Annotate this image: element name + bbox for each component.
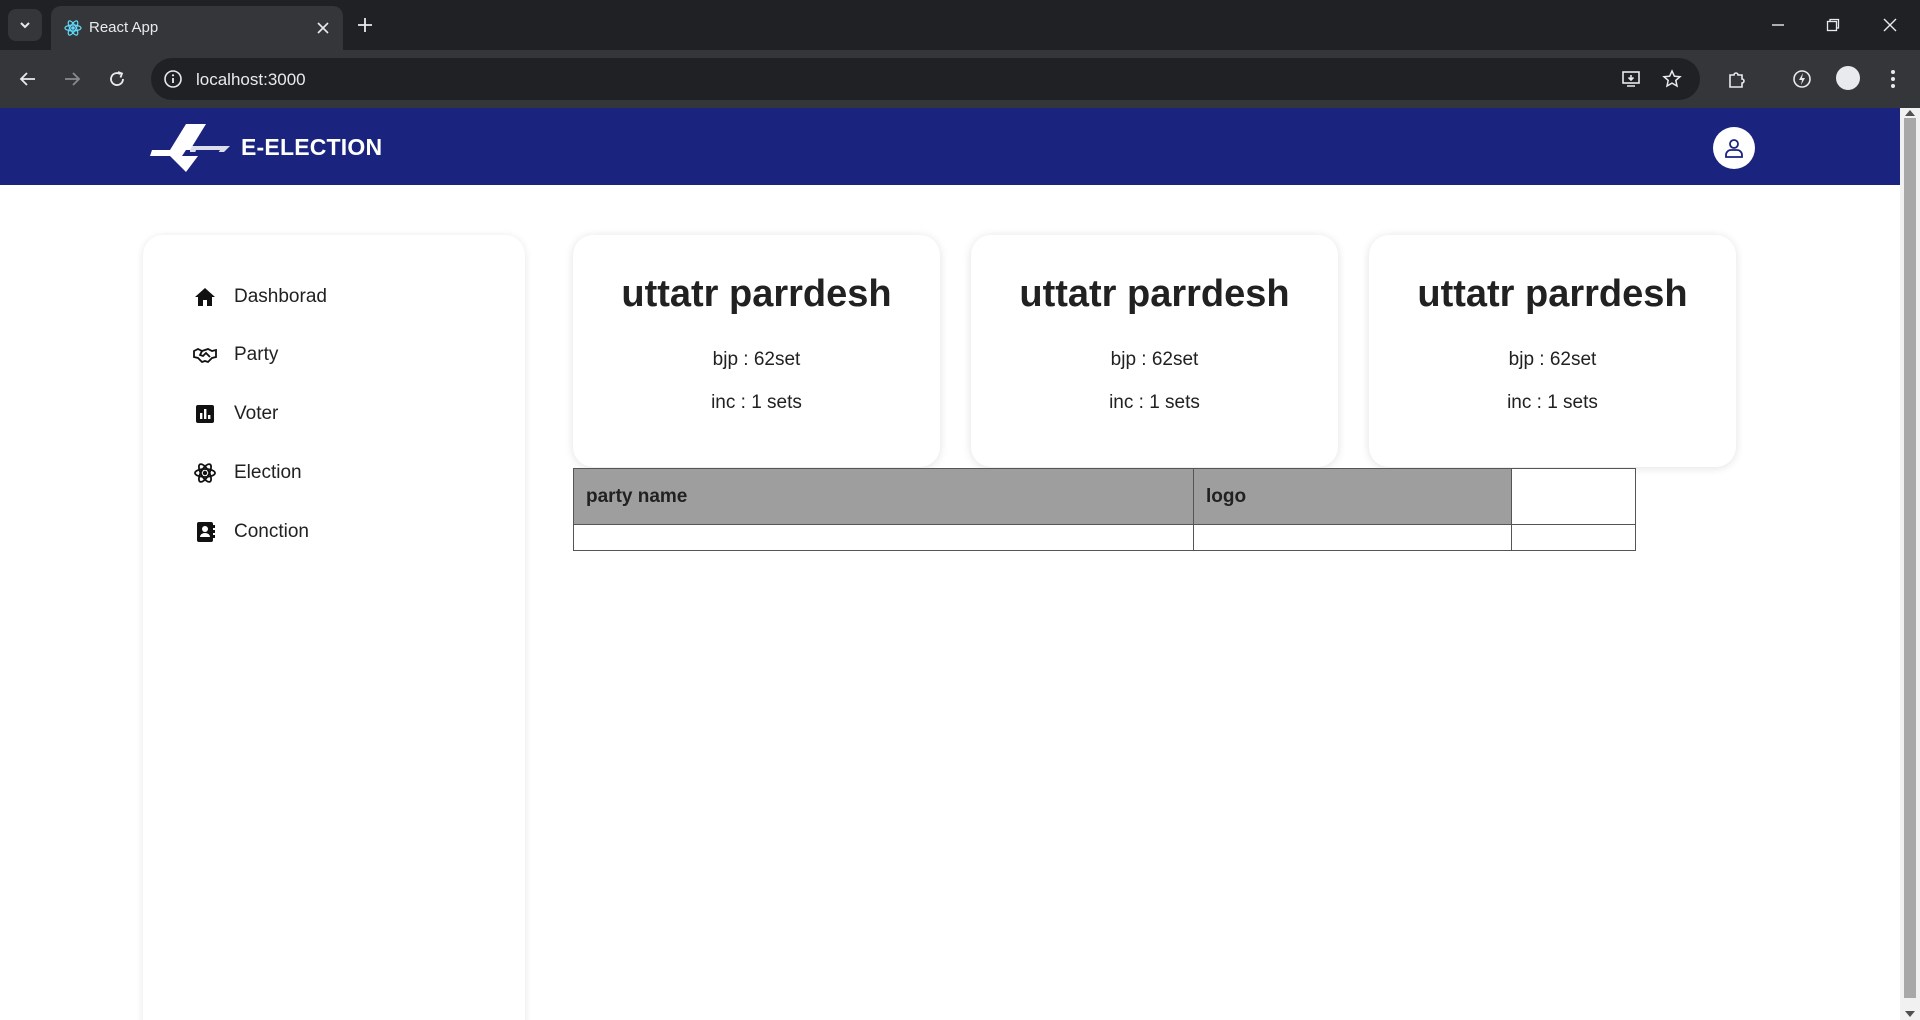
table-cell [1511,524,1636,551]
more-vert-icon [1891,70,1895,88]
sidebar-item-contact[interactable]: Conction [193,517,309,547]
star-icon [1662,69,1682,88]
profile-avatar[interactable] [1836,66,1860,90]
close-icon [1883,18,1897,32]
scrollbar-thumb[interactable] [1904,118,1916,998]
restore-button[interactable] [1819,12,1847,38]
plus-icon [358,18,372,32]
browser-menu-button[interactable] [1880,66,1906,92]
home-icon [195,288,215,306]
minimize-icon [1772,24,1784,26]
sidebar-item-label: Party [234,344,279,365]
sidebar-item-label: Voter [234,403,279,424]
react-logo-icon [64,20,82,36]
close-icon [317,22,329,34]
puzzle-icon [1729,72,1745,88]
new-tab-button[interactable] [352,12,378,38]
sidebar-item-election[interactable]: Election [193,458,302,488]
table-cell [573,524,1194,551]
state-result-card: uttatr parrdesh bjp : 62set inc : 1 sets [573,235,940,467]
app-brand: E-ELECTION [241,134,383,160]
column-header-logo: logo [1193,468,1512,525]
sidebar-item-voter[interactable]: Voter [193,399,278,429]
handshake-icon [193,347,217,364]
scroll-down-icon[interactable] [1905,1011,1915,1017]
app-header: E-ELECTION [0,108,1900,185]
info-icon[interactable] [163,69,183,89]
table-row [573,524,1636,551]
column-header-party-name: party name [573,468,1194,525]
sidebar-item-label: Conction [234,521,309,542]
table-cell [1193,524,1512,551]
card-line-inc: inc : 1 sets [711,392,802,413]
sidebar-item-dashboard[interactable]: Dashborad [193,282,327,312]
install-icon [1622,71,1640,87]
back-button[interactable] [13,64,43,94]
browser-tab-bar: React App [0,0,1920,50]
state-result-card: uttatr parrdesh bjp : 62set inc : 1 sets [1369,235,1736,467]
sidebar-item-party[interactable]: Party [193,340,278,370]
restore-icon [1826,18,1840,32]
reload-icon [110,71,124,86]
vote-logo-icon [150,124,230,172]
page-scrollbar[interactable] [1900,108,1920,1020]
card-title: uttatr parrdesh [621,273,892,315]
tab-title: React App [89,19,159,36]
state-result-card: uttatr parrdesh bjp : 62set inc : 1 sets [971,235,1338,467]
card-line-bjp: bjp : 62set [1110,349,1199,370]
install-app-button[interactable] [1620,68,1642,90]
sidebar-item-label: Dashborad [234,286,327,307]
chevron-down-icon [20,22,30,29]
extensions-button[interactable] [1724,66,1750,92]
address-bar[interactable]: localhost:3000 [151,58,1700,100]
speed-icon [1793,70,1811,88]
reload-button[interactable] [102,64,132,94]
forward-button[interactable] [57,64,87,94]
party-table: party name logo [573,468,1636,551]
arrow-left-icon [19,72,35,86]
sidebar: Dashborad Party Voter Election Conction [143,235,525,1020]
card-line-bjp: bjp : 62set [1508,349,1597,370]
minimize-button[interactable] [1764,12,1792,38]
tab-close-button[interactable] [313,18,333,38]
scroll-up-icon[interactable] [1905,110,1915,116]
account-button[interactable] [1713,127,1755,169]
column-header-actions [1511,468,1636,525]
card-title: uttatr parrdesh [1019,273,1290,315]
browser-tab[interactable]: React App [51,6,343,50]
bookmark-button[interactable] [1661,68,1683,90]
card-line-bjp: bjp : 62set [712,349,801,370]
table-header-row: party name logo [573,468,1636,525]
sidebar-item-label: Election [234,462,302,483]
browser-toolbar: localhost:3000 [0,50,1920,108]
bar-chart-icon [196,405,214,423]
close-window-button[interactable] [1876,12,1904,38]
url-text: localhost:3000 [196,70,306,89]
arrow-right-icon [65,72,81,86]
tab-search-button[interactable] [8,9,42,41]
card-line-inc: inc : 1 sets [1109,392,1200,413]
card-title: uttatr parrdesh [1417,273,1688,315]
performance-button[interactable] [1789,66,1815,92]
contact-book-icon [197,522,215,542]
atom-icon [194,463,216,483]
user-icon [1725,139,1743,158]
card-line-inc: inc : 1 sets [1507,392,1598,413]
